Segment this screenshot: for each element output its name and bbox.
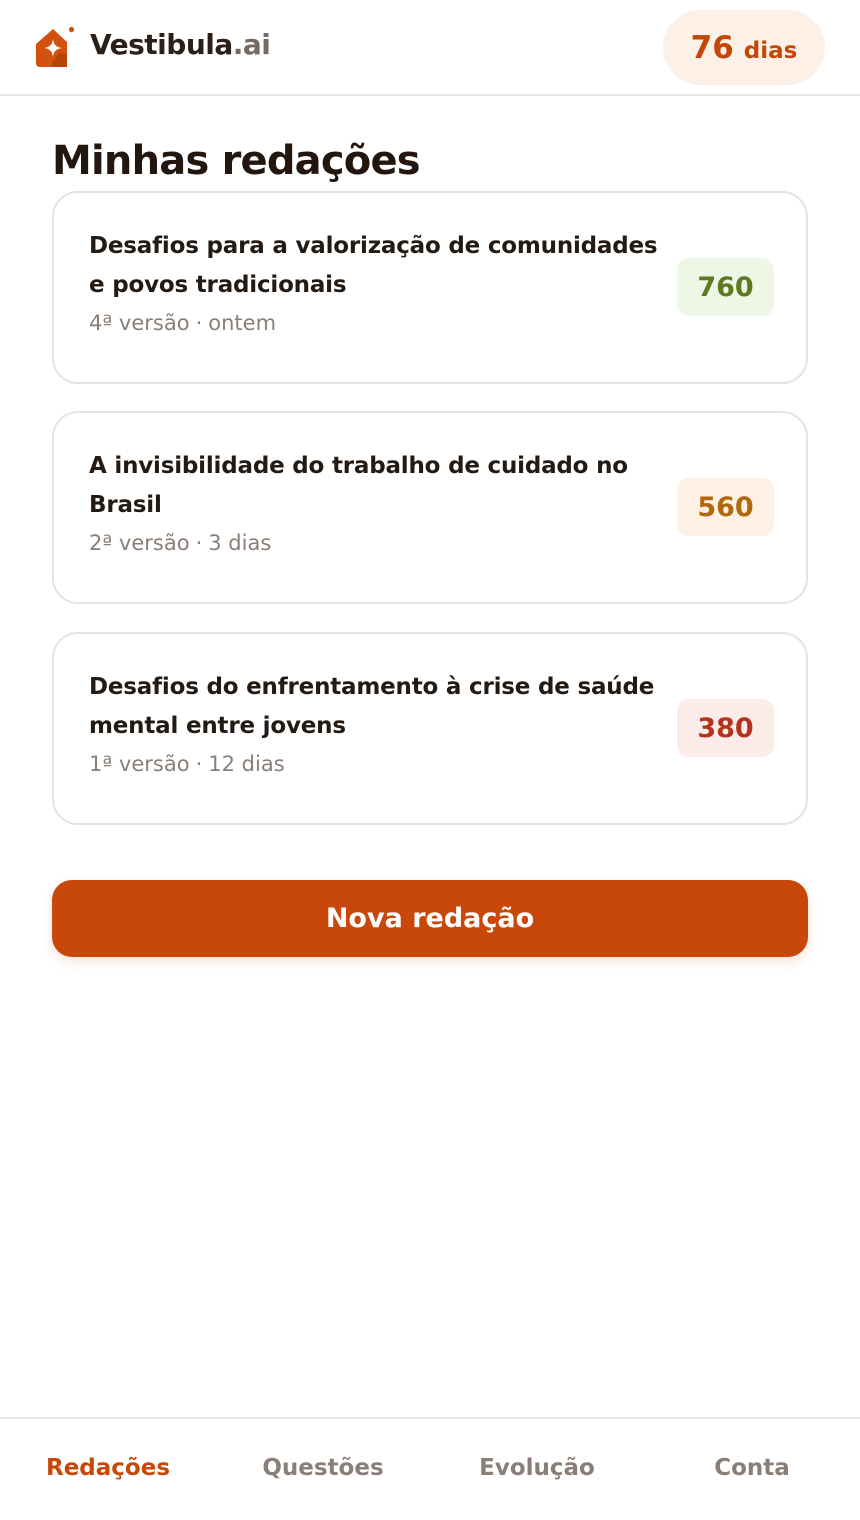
app-screen: Vestibula.ai 76 dias Minhas redações Des…	[0, 0, 860, 1520]
essay-title: Desafios do enfrentamento à crise de saú…	[89, 674, 655, 739]
nav-tab-evolucao[interactable]: Evolução	[447, 1455, 627, 1481]
essay-card[interactable]: A invisibilidade do trabalho de cuidado …	[52, 411, 808, 604]
score-badge: 760	[677, 258, 774, 316]
days-remaining-badge[interactable]: 76 dias	[663, 10, 825, 85]
essay-card[interactable]: Desafios para a valorização de comunidad…	[52, 191, 808, 384]
score-badge: 560	[677, 478, 774, 536]
meta-separator: ·	[195, 752, 203, 776]
days-remaining-count: 76	[690, 29, 734, 66]
app-header: Vestibula.ai 76 dias	[0, 0, 860, 96]
brand-suffix: .ai	[232, 28, 271, 61]
essay-date: 12 dias	[208, 752, 285, 776]
essay-title: A invisibilidade do trabalho de cuidado …	[89, 453, 628, 518]
brand-wordmark: Vestibula.ai	[90, 28, 271, 61]
page-title: Minhas redações	[52, 138, 421, 184]
bottom-navigation: Redações Questões Evolução Conta	[0, 1417, 860, 1520]
meta-separator: ·	[195, 311, 203, 335]
essay-card[interactable]: Desafios do enfrentamento à crise de saú…	[52, 632, 808, 825]
vestibula-logo-icon	[36, 26, 75, 67]
essay-version: 2ª versão	[89, 531, 190, 555]
new-essay-button[interactable]: Nova redação	[52, 880, 808, 957]
essay-version: 4ª versão	[89, 311, 190, 335]
essay-title: Desafios para a valorização de comunidad…	[89, 233, 658, 298]
essay-meta: 2ª versão · 3 dias	[89, 531, 271, 555]
score-badge: 380	[677, 699, 774, 757]
essay-date: 3 dias	[208, 531, 272, 555]
days-remaining-label: dias	[743, 37, 798, 64]
nav-tab-questoes[interactable]: Questões	[233, 1455, 413, 1481]
nav-tab-conta[interactable]: Conta	[662, 1455, 842, 1481]
essay-date: ontem	[208, 311, 277, 335]
essay-version: 1ª versão	[89, 752, 190, 776]
meta-separator: ·	[195, 531, 203, 555]
essay-meta: 4ª versão · ontem	[89, 311, 276, 335]
nav-tab-redacoes[interactable]: Redações	[18, 1455, 198, 1481]
brand-name: Vestibula	[90, 28, 233, 61]
essay-meta: 1ª versão · 12 dias	[89, 752, 285, 776]
